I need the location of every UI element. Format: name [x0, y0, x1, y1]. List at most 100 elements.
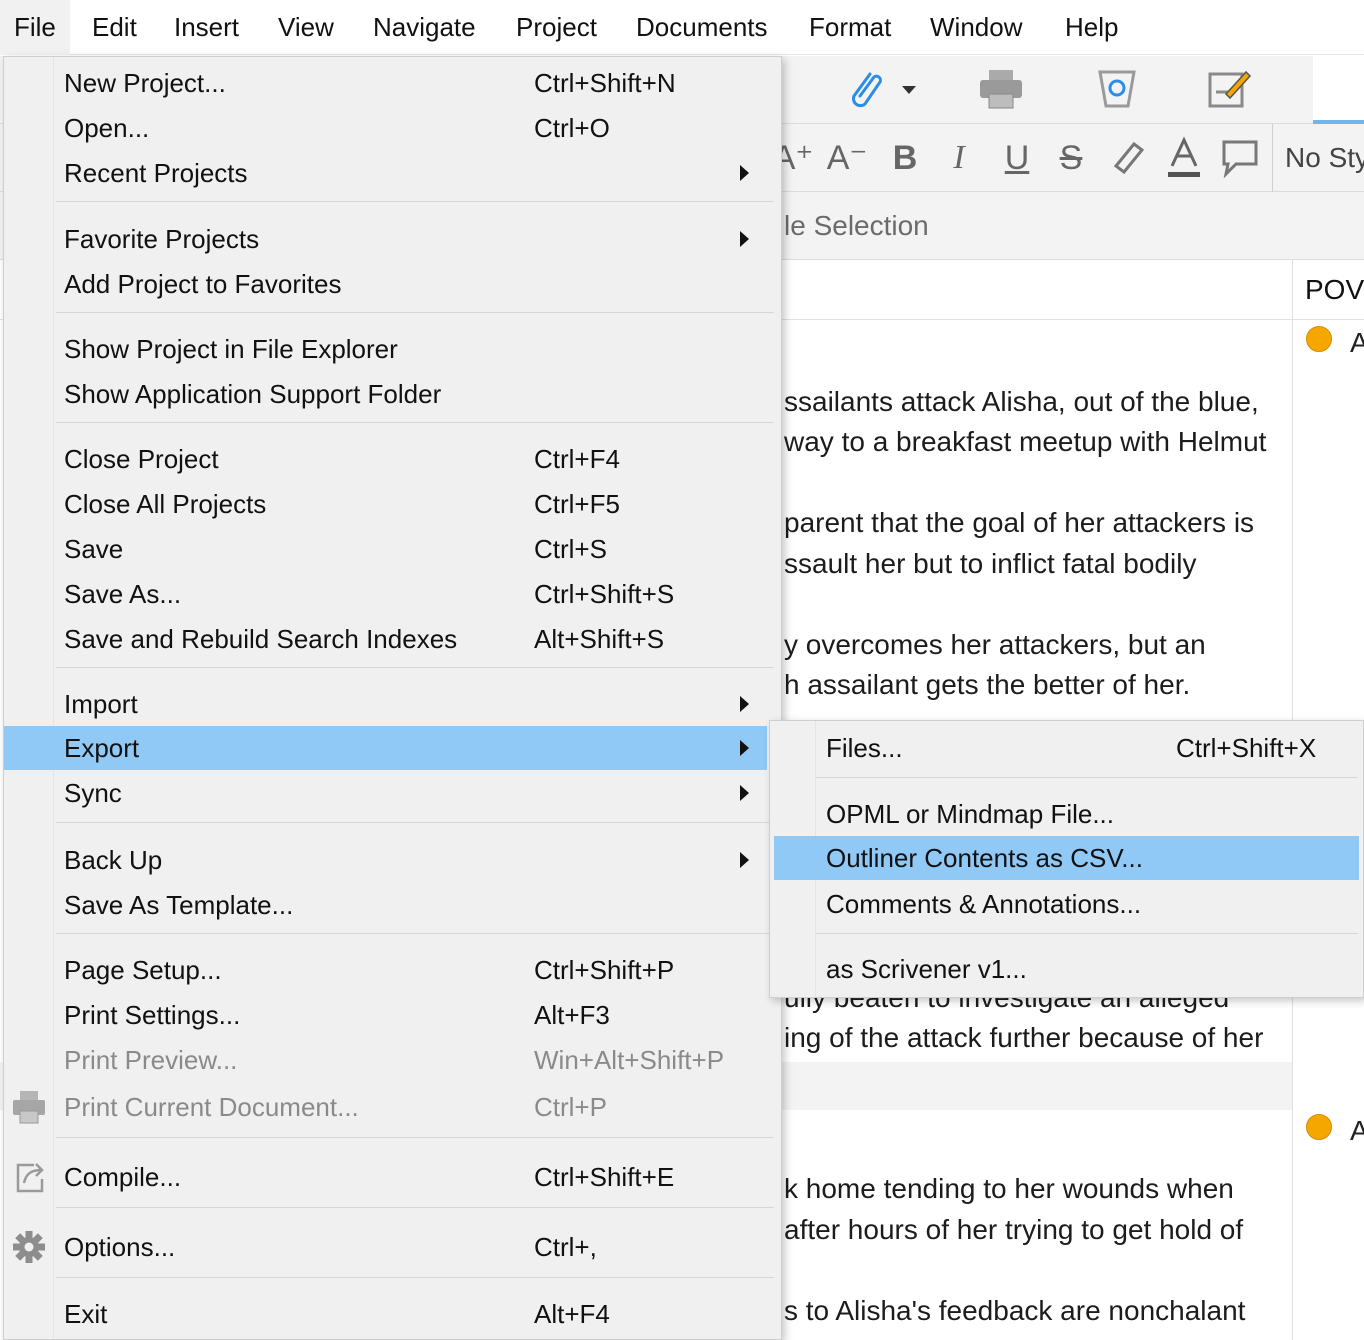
submenu-arrow-icon — [740, 696, 749, 712]
pov-column-header[interactable]: POV — [1292, 260, 1364, 320]
file-menu: New Project... Ctrl+Shift+N Open... Ctrl… — [3, 56, 782, 1340]
menu-item-shortcut: Ctrl+F4 — [534, 444, 620, 474]
menu-item-label: as Scrivener v1... — [826, 954, 1027, 984]
menu-item-favorite-projects[interactable]: Favorite Projects — [4, 217, 767, 261]
menu-item-save-as-template[interactable]: Save As Template... — [4, 883, 767, 927]
menu-item-import[interactable]: Import — [4, 682, 767, 726]
menu-file[interactable]: File — [0, 0, 70, 55]
menu-item-save-rebuild-indexes[interactable]: Save and Rebuild Search Indexes Alt+Shif… — [4, 617, 767, 661]
submenu-arrow-icon — [740, 165, 749, 181]
menu-separator — [56, 1137, 774, 1138]
menu-separator — [56, 822, 774, 823]
menu-item-sync[interactable]: Sync — [4, 771, 767, 815]
pov-label: A — [1350, 327, 1364, 358]
menu-item-page-setup[interactable]: Page Setup... Ctrl+Shift+P — [4, 948, 767, 992]
menu-separator — [56, 1277, 774, 1278]
selection-label: le Selection — [784, 210, 929, 241]
menu-item-save-as[interactable]: Save As... Ctrl+Shift+S — [4, 572, 767, 616]
menu-item-print-current-document: Print Current Document... Ctrl+P — [4, 1085, 767, 1129]
menu-item-shortcut: Ctrl+Shift+S — [534, 579, 675, 609]
menu-item-open[interactable]: Open... Ctrl+O — [4, 106, 767, 150]
menu-item-show-support-folder[interactable]: Show Application Support Folder — [4, 372, 767, 416]
menu-help[interactable]: Help — [1051, 0, 1132, 55]
tab-active[interactable] — [1313, 56, 1364, 124]
menu-insert[interactable]: Insert — [160, 0, 253, 55]
menu-item-shortcut: Alt+F4 — [534, 1299, 610, 1329]
menu-item-label: Sync — [64, 778, 122, 808]
menu-item-options[interactable]: Options... Ctrl+, — [4, 1225, 767, 1269]
menu-item-label: Save and Rebuild Search Indexes — [64, 624, 458, 654]
menu-separator — [56, 933, 774, 934]
menu-item-label: OPML or Mindmap File... — [826, 799, 1115, 829]
synopsis-line: after hours of her trying to get hold of — [784, 1214, 1244, 1245]
menu-item-close-all-projects[interactable]: Close All Projects Ctrl+F5 — [4, 482, 767, 526]
menu-separator — [816, 933, 1358, 934]
menu-separator — [56, 422, 774, 423]
menu-item-add-to-favorites[interactable]: Add Project to Favorites — [4, 262, 767, 306]
underline-button[interactable]: U — [994, 132, 1040, 184]
comment-icon[interactable] — [1218, 136, 1262, 179]
menu-documents[interactable]: Documents — [622, 0, 782, 55]
menu-item-label: Page Setup... — [64, 955, 222, 985]
text-color-icon[interactable] — [1162, 134, 1206, 180]
pov-dot — [1306, 1114, 1332, 1140]
menu-edit[interactable]: Edit — [78, 0, 151, 55]
menu-item-label: Favorite Projects — [64, 224, 260, 254]
menu-item-label: Compile... — [64, 1162, 182, 1192]
menu-item-label: Save As... — [64, 579, 182, 609]
menu-item-label: Print Settings... — [64, 1000, 241, 1030]
menu-item-export[interactable]: Export — [4, 726, 767, 770]
menu-item-label: Export — [64, 733, 140, 763]
style-select[interactable]: No Sty — [1272, 124, 1364, 192]
export-item-files[interactable]: Files... Ctrl+Shift+X — [774, 726, 1359, 770]
menu-item-shortcut: Ctrl+Shift+X — [1176, 733, 1317, 763]
synopsis-line: y overcomes her attackers, but an — [784, 629, 1206, 660]
menu-item-shortcut: Ctrl+P — [534, 1092, 607, 1122]
paperclip-icon[interactable] — [840, 66, 918, 112]
menu-navigate[interactable]: Navigate — [359, 0, 490, 55]
menu-item-back-up[interactable]: Back Up — [4, 838, 767, 882]
menu-item-print-settings[interactable]: Print Settings... Alt+F3 — [4, 993, 767, 1037]
export-item-outliner-csv[interactable]: Outliner Contents as CSV... — [774, 836, 1359, 880]
menu-item-shortcut: Ctrl+Shift+N — [534, 68, 676, 98]
export-item-scrivener-v1[interactable]: as Scrivener v1... — [774, 947, 1359, 991]
menu-item-shortcut: Ctrl+S — [534, 534, 607, 564]
synopsis-line: ssailants attack Alisha, out of the blue… — [784, 386, 1259, 417]
menu-item-new-project[interactable]: New Project... Ctrl+Shift+N — [4, 61, 767, 105]
menu-item-save[interactable]: Save Ctrl+S — [4, 527, 767, 571]
menu-item-exit[interactable]: Exit Alt+F4 — [4, 1292, 767, 1336]
menu-item-shortcut: Ctrl+Shift+P — [534, 955, 675, 985]
strikethrough-button[interactable]: S — [1048, 132, 1094, 184]
menu-item-label: Save — [64, 534, 124, 564]
highlighter-icon[interactable] — [1106, 136, 1150, 176]
menu-item-label: Show Application Support Folder — [64, 379, 442, 409]
gear-icon — [10, 1227, 48, 1267]
menu-item-show-in-explorer[interactable]: Show Project in File Explorer — [4, 327, 767, 371]
menu-item-recent-projects[interactable]: Recent Projects — [4, 151, 767, 195]
menu-item-shortcut: Ctrl+O — [534, 113, 610, 143]
menu-item-compile[interactable]: Compile... Ctrl+Shift+E — [4, 1155, 767, 1199]
font-size-down-button[interactable]: A⁻ — [824, 132, 870, 184]
menu-project[interactable]: Project — [502, 0, 611, 55]
edit-note-icon[interactable] — [1204, 66, 1254, 112]
menu-separator — [56, 1207, 774, 1208]
menu-item-label: Options... — [64, 1232, 176, 1262]
print-icon[interactable] — [976, 66, 1026, 112]
export-item-comments-annotations[interactable]: Comments & Annotations... — [774, 882, 1359, 926]
menu-item-close-project[interactable]: Close Project Ctrl+F4 — [4, 437, 767, 481]
menu-item-label: Open... — [64, 113, 150, 143]
menu-view[interactable]: View — [264, 0, 348, 55]
export-item-opml[interactable]: OPML or Mindmap File... — [774, 792, 1359, 836]
menu-item-shortcut: Ctrl+Shift+E — [534, 1162, 675, 1192]
menu-bar: File Edit Insert View Navigate Project D… — [0, 0, 1364, 55]
synopsis-line: parent that the goal of her attackers is — [784, 507, 1255, 538]
menu-window[interactable]: Window — [916, 0, 1036, 55]
recycle-trash-icon[interactable] — [1092, 66, 1142, 112]
bold-button[interactable]: B — [882, 132, 928, 184]
menu-format[interactable]: Format — [795, 0, 905, 55]
italic-button[interactable]: I — [936, 132, 982, 184]
menu-item-shortcut: Alt+Shift+S — [534, 624, 665, 654]
printer-icon — [10, 1087, 48, 1127]
menu-item-label: Print Current Document... — [64, 1092, 359, 1122]
menu-separator — [816, 777, 1358, 778]
